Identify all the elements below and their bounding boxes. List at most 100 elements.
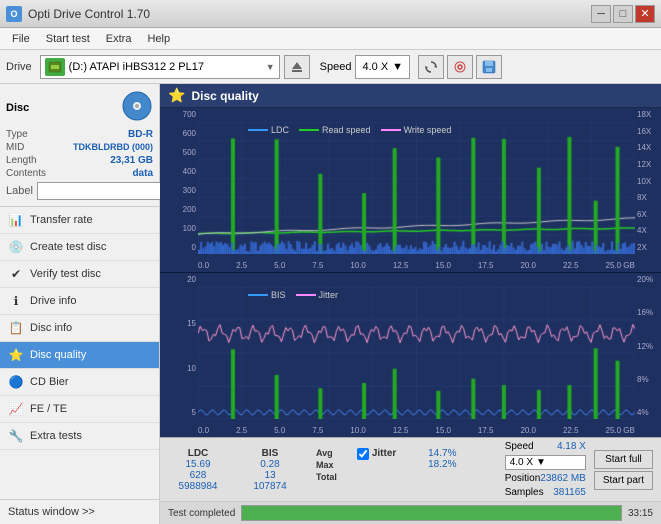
speed-selector[interactable]: 4.0 X ▼ (355, 55, 410, 79)
disc-type-value: BD-R (128, 129, 153, 140)
legend-read-speed-color (299, 129, 319, 131)
menu-extra[interactable]: Extra (98, 31, 140, 47)
create-test-disc-icon: 💿 (8, 239, 24, 255)
drive-info-icon: ℹ (8, 293, 24, 309)
sidebar-item-label: Create test disc (30, 241, 106, 253)
status-window-label: Status window >> (8, 506, 95, 518)
title-bar: O Opti Drive Control 1.70 ─ □ ✕ (0, 0, 661, 28)
jitter-max: 18.2% (428, 459, 456, 470)
fe-te-icon: 📈 (8, 401, 24, 417)
legend-write-speed: Write speed (381, 125, 452, 135)
disc-length-row: Length 23,31 GB (6, 155, 153, 166)
drive-selector[interactable]: (D:) ATAPI iHBS312 2 PL17 ▼ (40, 55, 280, 79)
sidebar-item-label: Drive info (30, 295, 76, 307)
disc-mid-row: MID TDKBLDRBD (000) (6, 142, 153, 153)
ldc-avg: 15.69 (185, 459, 210, 470)
content-area: ⭐ Disc quality 700 600 500 400 300 200 1… (160, 84, 661, 524)
chart-top-y-right: 18X 16X 14X 12X 10X 8X 6X 4X 2X (635, 108, 661, 254)
bottom-chart-canvas (198, 287, 635, 419)
sidebar-item-fe-te[interactable]: 📈 FE / TE (0, 396, 159, 423)
sidebar-item-label: CD Bier (30, 376, 69, 388)
legend-write-speed-label: Write speed (404, 125, 452, 135)
disc-label-input[interactable] (37, 182, 175, 200)
drive-label: Drive (6, 61, 32, 73)
legend-jitter: Jitter (296, 290, 339, 300)
sidebar-item-extra-tests[interactable]: 🔧 Extra tests (0, 423, 159, 450)
status-window-button[interactable]: Status window >> (0, 499, 159, 524)
minimize-button[interactable]: ─ (591, 5, 611, 23)
legend-write-speed-color (381, 129, 401, 131)
toolbar: Drive (D:) ATAPI iHBS312 2 PL17 ▼ Speed … (0, 50, 661, 84)
bis-header: BIS (262, 448, 279, 459)
samples-value: 381165 (553, 487, 586, 498)
legend-bis: BIS (248, 290, 286, 300)
refresh-button[interactable] (418, 55, 444, 79)
disc-length-label: Length (6, 155, 37, 166)
sidebar-item-label: Extra tests (30, 430, 82, 442)
sidebar-item-label: Transfer rate (30, 214, 93, 226)
chart-top-area: LDC Read speed Write speed (198, 122, 635, 254)
sidebar-item-create-test-disc[interactable]: 💿 Create test disc (0, 234, 159, 261)
menu-start-test[interactable]: Start test (38, 31, 98, 47)
progress-bar-fill (242, 506, 621, 520)
maximize-button[interactable]: □ (613, 5, 633, 23)
sidebar-item-disc-info[interactable]: 📋 Disc info (0, 315, 159, 342)
settings-button[interactable] (447, 55, 473, 79)
app-title: Opti Drive Control 1.70 (28, 7, 150, 21)
disc-mid-label: MID (6, 142, 24, 153)
drive-dropdown-arrow: ▼ (266, 62, 275, 72)
jitter-avg: 14.7% (428, 448, 456, 459)
disc-panel: Disc Type BD-R MID TDKBLDRBD (000) Lengt… (0, 84, 159, 207)
bis-total: 107874 (253, 481, 286, 492)
extra-tests-icon: 🔧 (8, 428, 24, 444)
nav-items: 📊 Transfer rate 💿 Create test disc ✔ Ver… (0, 207, 159, 499)
ldc-max: 628 (190, 470, 207, 481)
disc-type-row: Type BD-R (6, 129, 153, 140)
disc-length-value: 23,31 GB (110, 155, 153, 166)
sidebar-item-verify-test-disc[interactable]: ✔ Verify test disc (0, 261, 159, 288)
total-row-label: Total (316, 472, 337, 482)
sidebar-item-transfer-rate[interactable]: 📊 Transfer rate (0, 207, 159, 234)
legend-ldc-label: LDC (271, 125, 289, 135)
disc-title: Disc (6, 102, 29, 114)
jitter-label: Jitter (372, 448, 396, 459)
legend-ldc: LDC (248, 125, 289, 135)
disc-quality-icon: ⭐ (8, 347, 24, 363)
legend-ldc-color (248, 129, 268, 131)
chart-bottom: 20 15 10 5 20% 16% 12% 8% 4% BI (160, 273, 661, 437)
stat-col-ldc: LDC 15.69 628 5988984 (168, 448, 228, 492)
chart-bottom-area: BIS Jitter (198, 287, 635, 419)
sidebar-item-disc-quality[interactable]: ⭐ Disc quality (0, 342, 159, 369)
sidebar-item-label: Disc info (30, 322, 72, 334)
start-part-button[interactable]: Start part (594, 471, 653, 490)
sidebar-item-cd-bier[interactable]: 🔵 CD Bier (0, 369, 159, 396)
jitter-checkbox[interactable] (357, 448, 369, 460)
verify-test-disc-icon: ✔ (8, 266, 24, 282)
avg-row-label: Avg (316, 448, 333, 458)
legend-jitter-label: Jitter (319, 290, 339, 300)
chart-bottom-y-right: 20% 16% 12% 8% 4% (635, 273, 661, 419)
speed-value: 4.0 X (362, 61, 388, 73)
eject-button[interactable] (284, 55, 310, 79)
save-button[interactable] (476, 55, 502, 79)
app-icon: O (6, 6, 22, 22)
disc-quality-header-icon: ⭐ (168, 87, 185, 104)
progress-bar (241, 505, 622, 521)
main-content: Disc Type BD-R MID TDKBLDRBD (000) Lengt… (0, 84, 661, 524)
disc-mid-value: TDKBLDRBD (000) (73, 142, 153, 153)
disc-quality-header: ⭐ Disc quality (160, 84, 661, 108)
sidebar-item-drive-info[interactable]: ℹ Drive info (0, 288, 159, 315)
drive-value: (D:) ATAPI iHBS312 2 PL17 (69, 61, 266, 73)
menu-file[interactable]: File (4, 31, 38, 47)
speed-select-value: 4.0 X (510, 457, 533, 468)
speed-label: Speed (320, 61, 352, 73)
disc-label-row: Label 🔍 (6, 182, 153, 200)
bis-max: 13 (264, 470, 275, 481)
speed-select-sm[interactable]: 4.0 X ▼ (505, 455, 586, 470)
start-full-button[interactable]: Start full (594, 450, 653, 469)
disc-type-label: Type (6, 129, 28, 140)
menu-help[interactable]: Help (139, 31, 178, 47)
close-button[interactable]: ✕ (635, 5, 655, 23)
legend-read-speed-label: Read speed (322, 125, 371, 135)
top-chart-canvas (198, 122, 635, 254)
